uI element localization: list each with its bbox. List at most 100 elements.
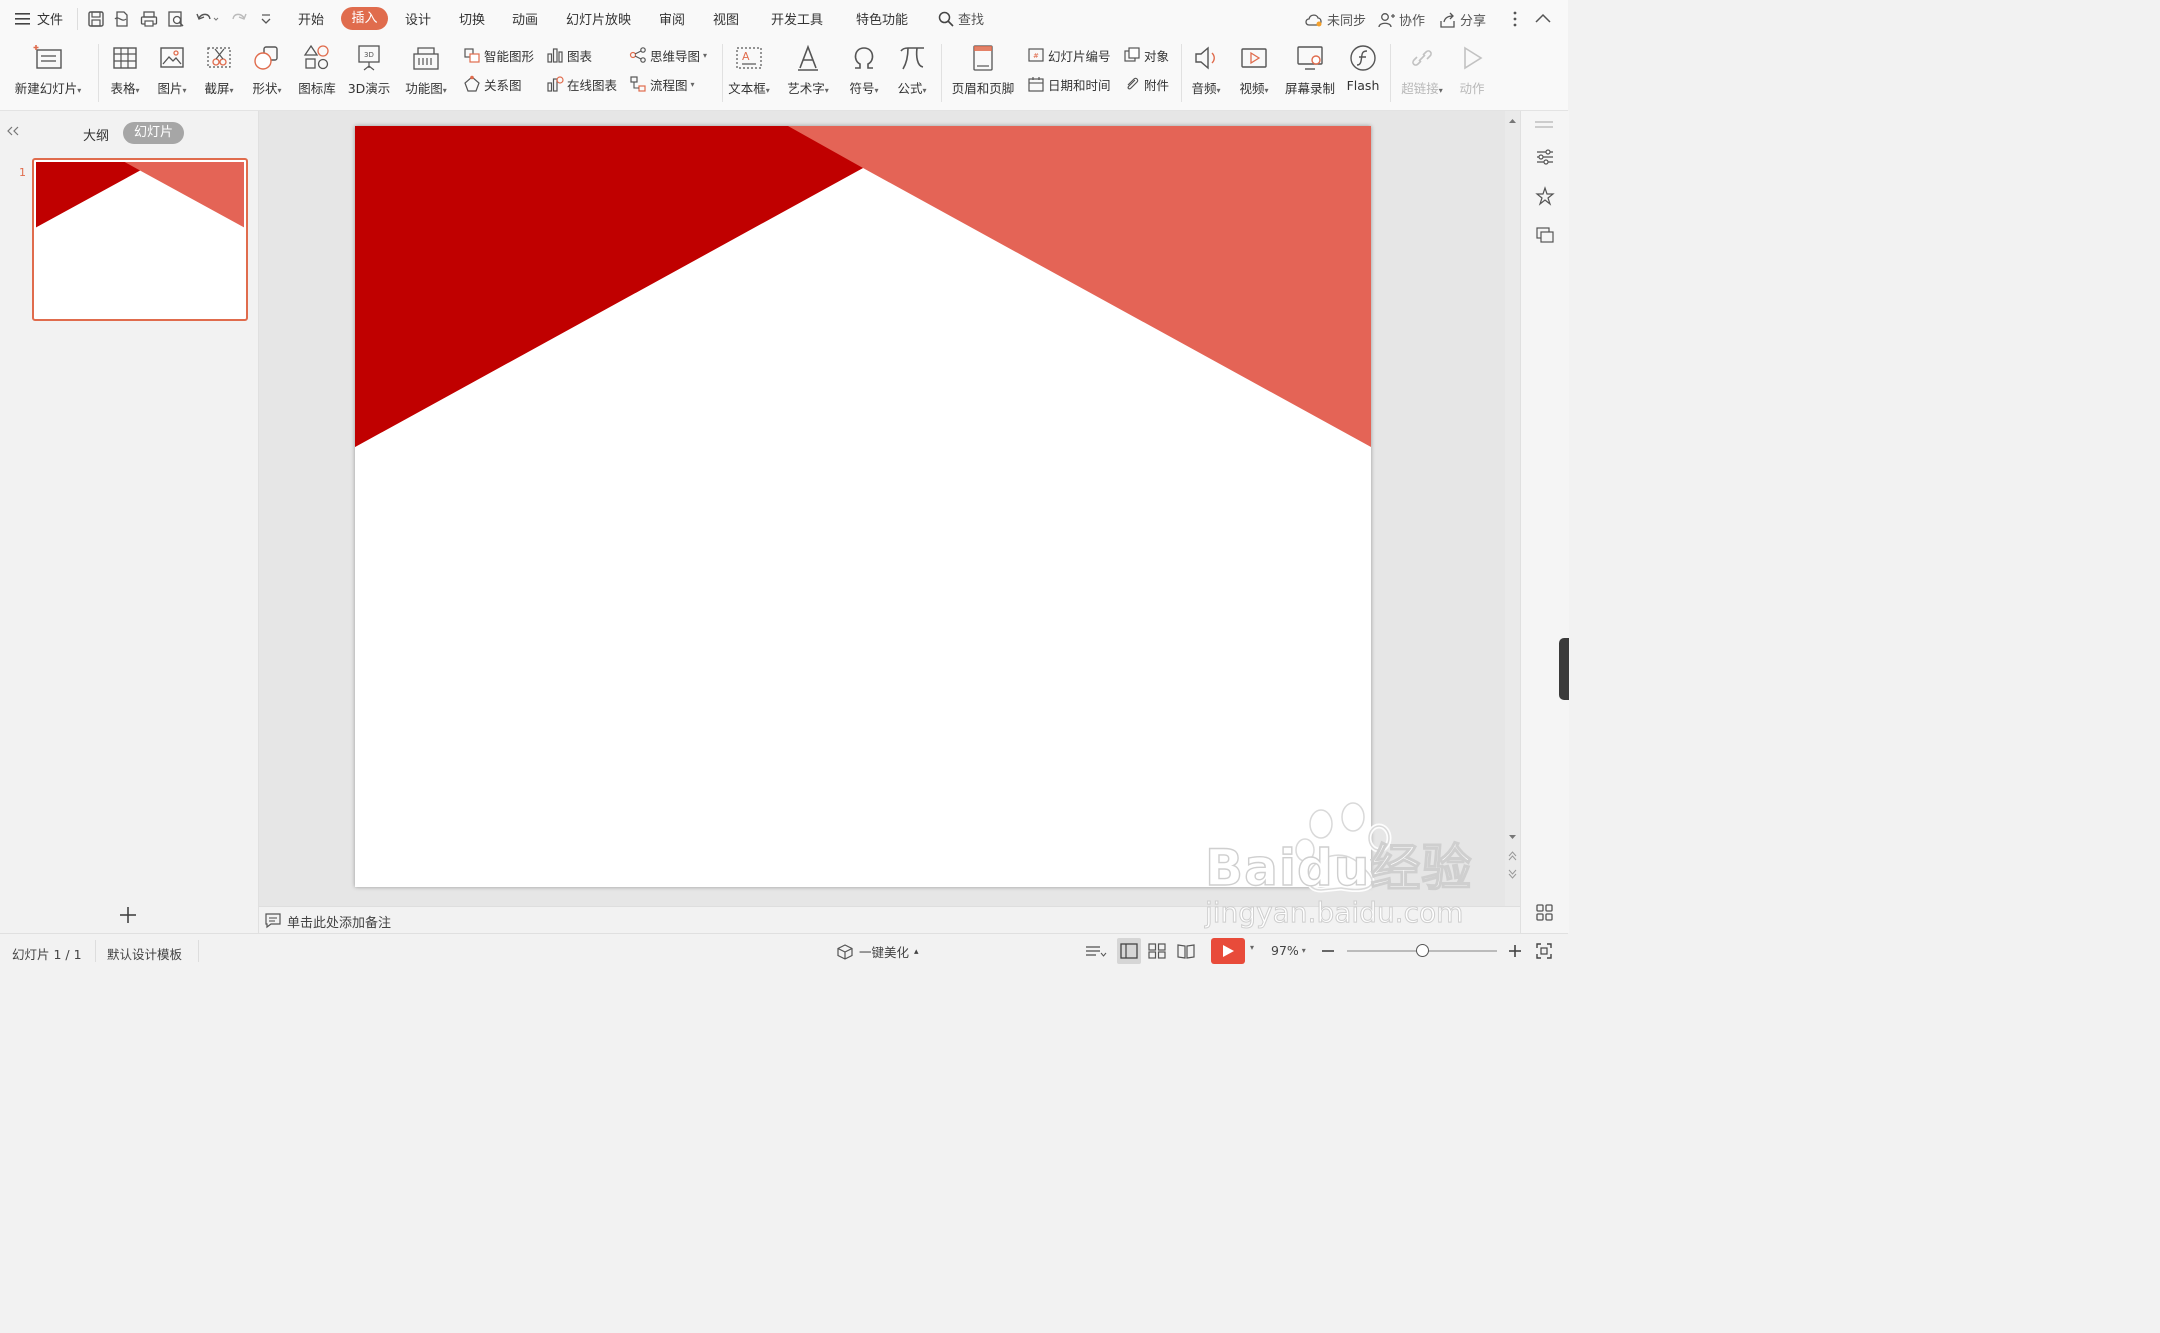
header-footer-button[interactable]: 页眉和页脚 [948, 42, 1018, 102]
sync-status[interactable]: 未同步 [1304, 10, 1366, 29]
tab-view[interactable]: 视图 [713, 9, 739, 28]
scroll-up-icon[interactable] [1508, 117, 1517, 125]
save-icon[interactable] [86, 9, 106, 29]
relation-chart-button[interactable]: 关系图 [463, 74, 522, 94]
tab-special-features[interactable]: 特色功能 [856, 9, 908, 28]
zoom-slider-knob[interactable] [1416, 944, 1429, 957]
play-action-icon [1464, 46, 1483, 70]
redo-icon[interactable] [229, 9, 249, 29]
normal-view-button[interactable] [1117, 938, 1141, 964]
slideshow-dropdown-icon[interactable]: ▾ [1250, 943, 1254, 952]
tab-design[interactable]: 设计 [405, 9, 431, 28]
fit-window-icon[interactable] [1536, 943, 1552, 959]
formula-button[interactable]: 公式▾ [891, 42, 933, 102]
share-button[interactable]: 分享 [1439, 10, 1486, 29]
screenshot-button[interactable]: 截屏▾ [197, 42, 241, 102]
output-pdf-icon[interactable] [112, 9, 132, 29]
template-name[interactable]: 默认设计模板 [107, 944, 182, 963]
print-icon[interactable] [139, 9, 159, 29]
chart-button[interactable]: 图表 [546, 45, 592, 65]
print-preview-icon[interactable] [166, 9, 186, 29]
shape-button[interactable]: 形状▾ [245, 42, 289, 102]
object-button[interactable]: 对象 [1123, 45, 1169, 65]
icon-library-button[interactable]: 图标库 [293, 42, 341, 102]
notes-placeholder[interactable]: 单击此处添加备注 [287, 912, 391, 931]
screen-record-icon [1297, 46, 1323, 70]
zoom-in-icon[interactable] [1507, 943, 1523, 959]
datetime-button[interactable]: 日期和时间 [1027, 74, 1111, 94]
slide-sorter-icon[interactable] [1148, 943, 1166, 959]
undo-icon[interactable] [194, 9, 220, 29]
pane-grip [1535, 126, 1553, 128]
hyperlink-button[interactable]: 超链接▾ [1396, 42, 1448, 102]
3d-demo-button[interactable]: 3D 3D演示 [345, 42, 393, 102]
previous-slide-icon[interactable] [1508, 851, 1517, 861]
tab-slideshow[interactable]: 幻灯片放映 [566, 9, 631, 28]
side-handle[interactable] [1559, 638, 1569, 700]
tab-insert[interactable]: 插入 [341, 7, 388, 30]
customize-quick-access-icon[interactable] [258, 9, 274, 29]
online-chart-button[interactable]: 在线图表 [546, 74, 617, 94]
vertical-scrollbar[interactable] [1505, 111, 1520, 906]
function-chart-icon [413, 47, 439, 70]
more-options-icon[interactable] [1508, 10, 1522, 28]
play-slideshow-button[interactable] [1211, 938, 1245, 964]
svg-text:A: A [742, 50, 750, 63]
tab-animation[interactable]: 动画 [512, 9, 538, 28]
slide-number-button[interactable]: # 幻灯片编号 [1027, 45, 1111, 65]
smart-shape-button[interactable]: 智能图形 [463, 45, 534, 65]
zoom-out-icon[interactable] [1320, 943, 1336, 959]
properties-icon[interactable] [1534, 147, 1556, 167]
collab-button[interactable]: 协作 [1378, 10, 1425, 29]
cube-icon [837, 943, 853, 960]
slide-switch-icon[interactable] [1534, 225, 1556, 245]
ribbon-toolbar: 新建幻灯片▾ 表格▾ 图片▾ 截屏▾ 形状▾ 图标库 3D 3D演示 功能图▾ … [0, 38, 1568, 111]
slide-thumbnail[interactable] [32, 158, 248, 321]
dark-red-triangle[interactable] [355, 126, 863, 447]
notes-toggle-icon[interactable] [1084, 943, 1108, 961]
picture-button[interactable]: 图片▾ [151, 42, 193, 102]
tab-review[interactable]: 审阅 [659, 9, 685, 28]
tab-developer[interactable]: 开发工具 [771, 9, 823, 28]
divider [941, 44, 942, 102]
chart-label: 图表 [567, 48, 593, 64]
mindmap-label: 思维导图 [650, 48, 701, 64]
collapse-panel-icon[interactable] [6, 125, 20, 137]
apps-grid-icon[interactable] [1535, 903, 1555, 923]
mindmap-button[interactable]: 思维导图 ▾ [629, 45, 707, 65]
bar-chart-icon [547, 48, 563, 63]
flash-button[interactable]: Flash [1343, 42, 1383, 102]
notes-bar[interactable]: 单击此处添加备注 [259, 906, 1520, 934]
action-button[interactable]: 动作 [1452, 42, 1492, 102]
new-slide-button[interactable]: 新建幻灯片▾ [6, 42, 90, 102]
zoom-dropdown[interactable]: 97% ▾ [1271, 943, 1306, 958]
audio-button[interactable]: 音频▾ [1186, 42, 1226, 102]
divider [98, 44, 99, 102]
symbol-button[interactable]: 符号▾ [843, 42, 885, 102]
wordart-button[interactable]: 艺术字▾ [782, 42, 834, 102]
add-slide-icon[interactable] [118, 905, 138, 925]
beautify-button[interactable]: 一键美化 ▴ [836, 942, 919, 961]
slide-background-shapes [355, 126, 1371, 447]
tab-home[interactable]: 开始 [298, 9, 324, 28]
video-button[interactable]: 视频▾ [1234, 42, 1274, 102]
collapse-ribbon-icon[interactable] [1534, 11, 1552, 25]
screen-record-button[interactable]: 屏幕录制 [1281, 42, 1339, 102]
next-slide-icon[interactable] [1508, 869, 1517, 879]
slide-canvas[interactable] [355, 126, 1371, 887]
attachment-button[interactable]: 附件 [1123, 74, 1169, 94]
custom-animation-icon[interactable] [1534, 186, 1556, 206]
reading-view-icon[interactable] [1176, 943, 1196, 959]
tab-transition[interactable]: 切换 [459, 9, 485, 28]
tab-outline[interactable]: 大纲 [83, 125, 109, 144]
flowchart-button[interactable]: 流程图 ▾ [629, 74, 695, 94]
function-chart-button[interactable]: 功能图▾ [400, 42, 452, 102]
textbox-button[interactable]: A 文本框▾ [724, 42, 774, 102]
tab-slides[interactable]: 幻灯片 [123, 122, 184, 144]
thumbnail-dark-red-triangle [36, 162, 140, 228]
file-menu[interactable]: 文件 [14, 9, 63, 28]
scroll-down-icon[interactable] [1508, 833, 1517, 841]
search-button[interactable]: 查找 [937, 9, 984, 28]
slide-thumbnail-number: 1 [19, 166, 26, 179]
table-button[interactable]: 表格▾ [104, 42, 146, 102]
